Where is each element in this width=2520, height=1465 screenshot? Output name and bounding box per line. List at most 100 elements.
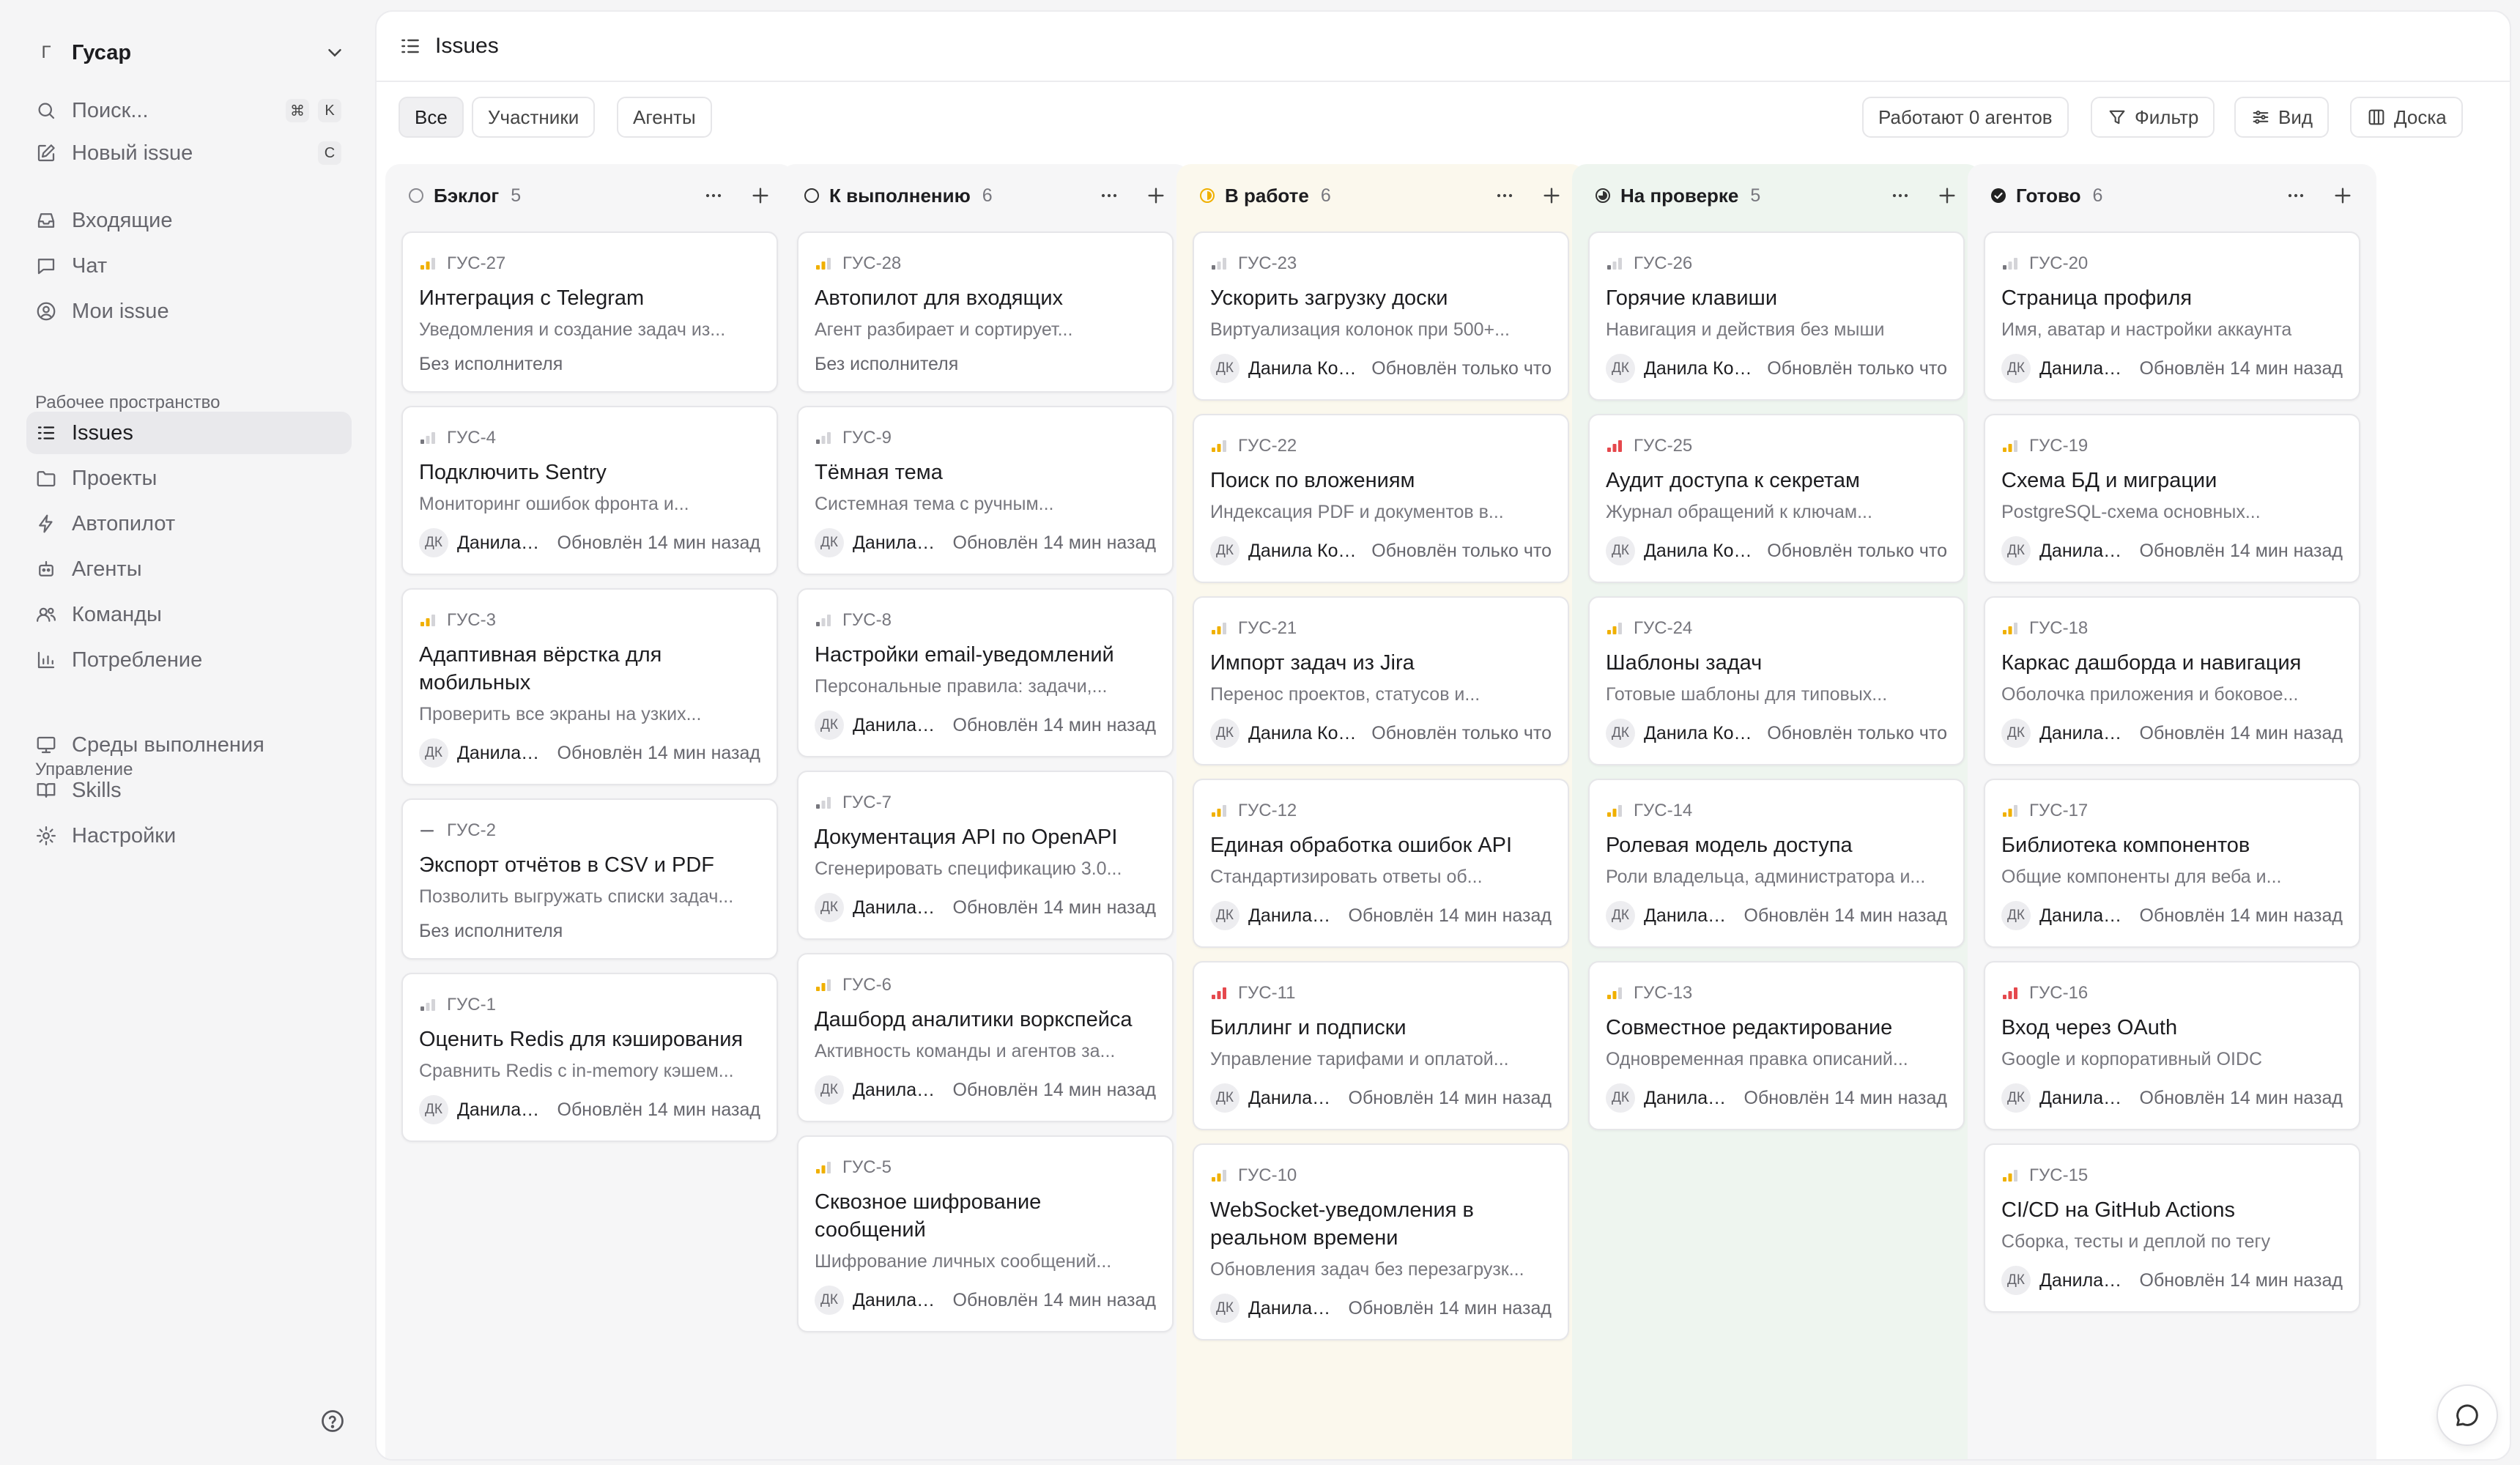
list-icon [37, 426, 55, 440]
issue-card[interactable]: ГУС-23 Ускорить загрузку доски Виртуализац… [1193, 231, 1569, 401]
issue-card[interactable]: ГУС-28 Автопилот для входящих Агент разбир… [797, 231, 1174, 393]
issue-card[interactable]: ГУС-24 Шаблоны задач Готовые шаблоны для т… [1588, 596, 1965, 765]
more-icon[interactable] [1097, 184, 1121, 207]
chat-fab[interactable] [2436, 1384, 2498, 1446]
more-icon[interactable] [1493, 184, 1516, 207]
issue-footer: ДК Данила Ковалёв Обновлён 14 мин назад [2001, 719, 2343, 748]
issue-card[interactable]: ГУС-6 Дашборд аналитики воркспейса Активно… [797, 953, 1174, 1122]
issue-card[interactable]: ГУС-27 Интеграция с Telegram Уведомления и… [401, 231, 778, 393]
issue-footer: Без исполнителя [419, 354, 760, 375]
shortcut-key: ⌘ [286, 99, 309, 122]
column-header: В работе 6 [1193, 177, 1569, 214]
issue-id-row: ГУС-20 [2001, 253, 2343, 274]
issue-footer: ДК Данила Ковалёв Обновлён только что [1606, 719, 1947, 748]
card-list: ГУС-20 Страница профиля Имя, аватар и наст… [1984, 231, 2360, 1313]
issue-description: Имя, аватар и настройки аккаунта [2001, 319, 2292, 340]
working-agents-button[interactable]: Работают 0 агентов [1862, 97, 2069, 138]
issue-description: Оболочка приложения и боковое... [2001, 684, 2299, 705]
sidebar-item-usage[interactable]: Потребление [26, 639, 352, 681]
workspace-switcher[interactable]: Г Гусар [32, 34, 346, 72]
sidebar-item-agents[interactable]: Агенты [26, 548, 352, 590]
issue-id-row: ГУС-2 [419, 820, 760, 841]
issue-card[interactable]: ГУС-17 Библиотека компонентов Общие компон… [1984, 779, 2360, 948]
issue-card[interactable]: ГУС-7 Документация API по OpenAPI Сгенерир… [797, 771, 1174, 940]
issue-description: Журнал обращений к ключам... [1606, 502, 1872, 522]
issue-card[interactable]: ГУС-2 Экспорт отчётов в CSV и PDF Позволит… [401, 798, 778, 960]
sidebar-item-label: Команды [72, 602, 162, 626]
sidebar-item-inbox[interactable]: Входящие [26, 199, 352, 242]
filter-button[interactable]: Фильтр [2091, 97, 2215, 138]
filter-tab-agents[interactable]: Агенты [617, 97, 712, 138]
issue-card[interactable]: ГУС-8 Настройки email-уведомлений Персонал… [797, 588, 1174, 757]
issue-title: Экспорт отчётов в CSV и PDF [419, 853, 714, 877]
issue-card[interactable]: ГУС-20 Страница профиля Имя, аватар и наст… [1984, 231, 2360, 401]
issue-card[interactable]: ГУС-10 WebSocket-уведомления в реальном в… [1193, 1143, 1569, 1340]
sidebar-item-search[interactable]: Поиск... ⌘ K [26, 89, 352, 132]
card-list: ГУС-28 Автопилот для входящих Агент разбир… [797, 231, 1174, 1332]
issue-description: Перенос проектов, статусов и... [1210, 684, 1480, 705]
issue-id: ГУС-21 [1238, 618, 1297, 638]
column-title: На проверке [1620, 184, 1739, 207]
plus-icon[interactable] [2331, 184, 2354, 207]
issue-card[interactable]: ГУС-4 Подключить Sentry Мониторинг ошибок … [401, 406, 778, 575]
plus-icon[interactable] [1540, 184, 1563, 207]
issue-description: Уведомления и создание задач из... [419, 319, 726, 340]
column-title: К выполнению [829, 184, 971, 207]
updated-time: Обновлён 14 мин назад [557, 1099, 760, 1120]
issue-card[interactable]: ГУС-9 Тёмная тема Системная тема с ручным.… [797, 406, 1174, 575]
sidebar-item-projects[interactable]: Проекты [26, 457, 352, 500]
issue-card[interactable]: ГУС-11 Биллинг и подписки Управление тариф… [1193, 961, 1569, 1130]
view-button[interactable]: Вид [2234, 97, 2330, 138]
issue-card[interactable]: ГУС-26 Горячие клавиши Навигация и действи… [1588, 231, 1965, 401]
assignee-name: Данила Ковалёв [2039, 1269, 2127, 1291]
sidebar-item-chat[interactable]: Чат [26, 245, 352, 287]
issue-id: ГУС-23 [1238, 253, 1297, 273]
issue-card[interactable]: ГУС-22 Поиск по вложениям Индексация PDF и… [1193, 414, 1569, 583]
assignee-name: Данила Ковалёв [1248, 357, 1358, 379]
help-icon[interactable] [319, 1408, 346, 1434]
updated-time: Обновлён только что [1767, 540, 1947, 561]
plus-icon[interactable] [1935, 184, 1959, 207]
priority-medium-icon [2003, 1170, 2017, 1182]
issue-id-row: ГУС-16 [2001, 983, 2343, 1004]
sidebar-item-settings[interactable]: Настройки [26, 815, 352, 857]
issue-title: Автопилот для входящих [815, 286, 1064, 310]
card-list: ГУС-26 Горячие клавиши Навигация и действи… [1588, 231, 1965, 1130]
sidebar-item-new-issue[interactable]: Новый issue C [26, 132, 352, 174]
issue-card[interactable]: ГУС-16 Вход через OAuth Google и корпорати… [1984, 961, 2360, 1130]
sidebar-item-my-issues[interactable]: Мои issue [26, 290, 352, 333]
issue-card[interactable]: ГУС-14 Ролевая модель доступа Роли владель… [1588, 779, 1965, 948]
page-header: Issues [377, 12, 2510, 82]
sidebar-item-issues[interactable]: Issues [26, 412, 352, 454]
issue-card[interactable]: ГУС-19 Схема БД и миграции PostgreSQL-схем… [1984, 414, 2360, 583]
more-icon[interactable] [1889, 184, 1912, 207]
issue-description: Индексация PDF и документов в... [1210, 502, 1504, 522]
issue-footer: ДК Данила Ковалёв Обновлён 14 мин назад [2001, 901, 2343, 930]
issue-card[interactable]: ГУС-21 Импорт задач из Jira Перенос проект… [1193, 596, 1569, 765]
issue-card[interactable]: ГУС-3 Адаптивная вёрстка для мобильных Про… [401, 588, 778, 785]
issue-id: ГУС-27 [447, 253, 506, 273]
issue-card[interactable]: ГУС-12 Единая обработка ошибок API Стандар… [1193, 779, 1569, 948]
folder-icon [37, 471, 56, 487]
issue-card[interactable]: ГУС-15 CI/CD на GitHub Actions Сборка, тес… [1984, 1143, 2360, 1313]
sidebar-item-teams[interactable]: Команды [26, 593, 352, 636]
issue-card[interactable]: ГУС-13 Совместное редактирование Одновреме… [1588, 961, 1965, 1130]
plus-icon[interactable] [749, 184, 772, 207]
more-icon[interactable] [2284, 184, 2308, 207]
bot-icon [39, 560, 53, 576]
filter-label: Фильтр [2135, 105, 2199, 128]
issue-card[interactable]: ГУС-5 Сквозное шифрование сообщений Шифров… [797, 1135, 1174, 1332]
issue-card[interactable]: ГУС-18 Каркас дашборда и навигация Оболочк… [1984, 596, 2360, 765]
priority-medium-icon [1212, 1170, 1226, 1182]
filter-tab-members[interactable]: Участники [472, 97, 596, 138]
plus-icon[interactable] [1144, 184, 1168, 207]
sidebar-item-autopilot[interactable]: Автопилот [26, 502, 352, 545]
issue-footer: ДК Данила Ковалёв Обновлён 14 мин назад [815, 711, 1156, 740]
bolt-icon [39, 514, 53, 533]
board-button[interactable]: Доска [2350, 97, 2463, 138]
more-icon[interactable] [702, 184, 725, 207]
issue-card[interactable]: ГУС-1 Оценить Redis для кэширования Сравни… [401, 973, 778, 1142]
column-count: 6 [1320, 185, 1331, 206]
issue-card[interactable]: ГУС-25 Аудит доступа к секретам Журнал обр… [1588, 414, 1965, 583]
filter-tab-all[interactable]: Все [399, 97, 464, 138]
